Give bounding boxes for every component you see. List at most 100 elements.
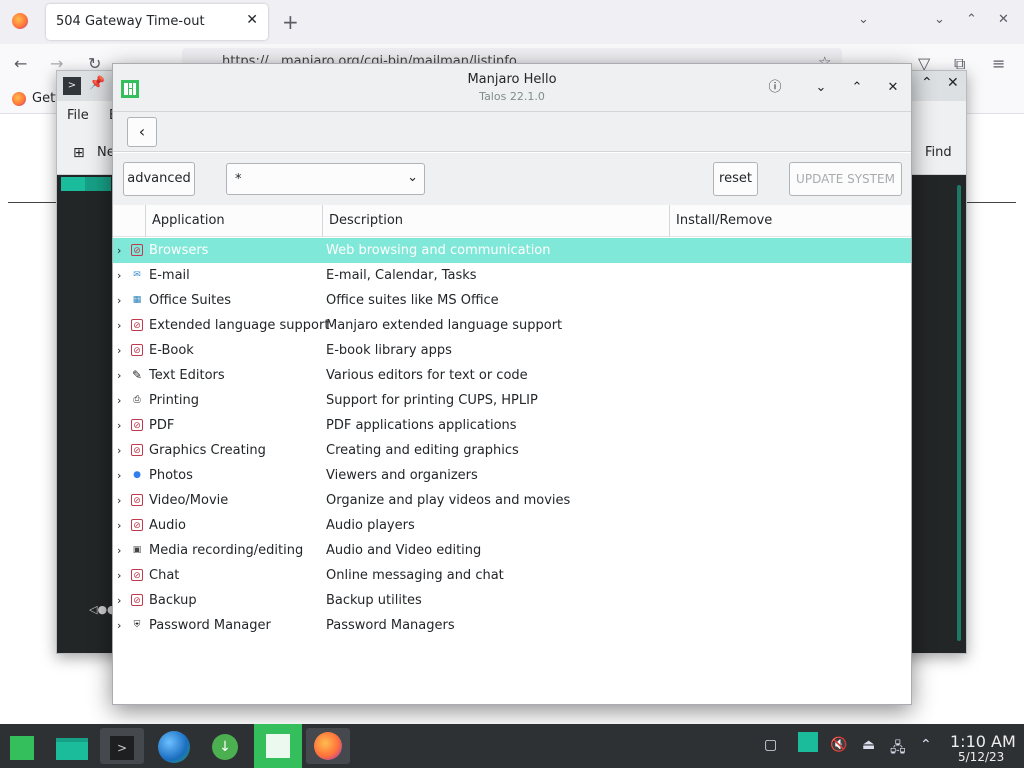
- new-tab-icon[interactable]: ⊞: [73, 145, 85, 161]
- terminal-close-icon[interactable]: ✕: [947, 75, 959, 91]
- maximize-icon[interactable]: ⌃: [847, 78, 867, 98]
- updater-task-button[interactable]: ↓: [204, 728, 248, 764]
- row-name: Video/Movie: [149, 493, 229, 508]
- na-icon: ⊘: [131, 519, 143, 531]
- hello-task-button[interactable]: [254, 724, 302, 768]
- info-icon[interactable]: ⓘ: [765, 78, 785, 98]
- menu-file[interactable]: File: [67, 108, 89, 123]
- pin-icon[interactable]: 📌: [89, 76, 105, 91]
- hello-titlebar[interactable]: Manjaro Hello Talos 22.1.0 ⓘ ⌄ ⌃ ✕: [113, 64, 911, 112]
- table-row[interactable]: › ⊘ PDF PDF applications applications: [113, 413, 911, 438]
- back-icon[interactable]: ←: [14, 54, 27, 73]
- filter-combobox[interactable]: * ⌄: [226, 163, 425, 195]
- back-button[interactable]: ‹: [127, 117, 157, 147]
- expand-chevron-icon[interactable]: ›: [117, 388, 121, 413]
- firefox-task-button[interactable]: [306, 728, 350, 764]
- table-row[interactable]: › ⎙ Printing Support for printing CUPS, HPL…: [113, 388, 911, 413]
- close-icon[interactable]: ✕: [883, 78, 903, 98]
- table-row[interactable]: › ⊘ Audio Audio players: [113, 513, 911, 538]
- clock-date[interactable]: 5/12/23: [958, 750, 1004, 764]
- taskbar: > ↓ ▢ 🔇 ⏏ 🖧 ⌃ 1:10 AM 5/12/23: [0, 724, 1024, 768]
- find-button[interactable]: Find: [925, 145, 952, 160]
- expand-chevron-icon[interactable]: ›: [117, 238, 121, 263]
- table-row[interactable]: › ⊘ Graphics Creating Creating and editing …: [113, 438, 911, 463]
- close-window-icon[interactable]: ✕: [998, 12, 1009, 27]
- expand-chevron-icon[interactable]: ›: [117, 538, 121, 563]
- firefox-bookmark-icon: [12, 92, 26, 106]
- maximize-icon[interactable]: ⌃: [966, 12, 977, 27]
- column-install-remove[interactable]: Install/Remove: [669, 205, 911, 237]
- show-desktop-icon[interactable]: ▢: [764, 737, 777, 753]
- terminal-scrollbar[interactable]: [957, 185, 961, 641]
- office-icon: ▦: [132, 295, 142, 305]
- row-name: PDF: [149, 418, 175, 433]
- table-row[interactable]: › ⛨ Password Manager Password Managers: [113, 613, 911, 638]
- table-row[interactable]: › ✉ E-mail E-mail, Calendar, Tasks: [113, 263, 911, 288]
- row-name: Office Suites: [149, 293, 232, 308]
- advanced-button[interactable]: advanced: [123, 162, 195, 196]
- reset-button[interactable]: reset: [713, 162, 758, 196]
- column-application[interactable]: Application: [145, 205, 322, 237]
- expand-chevron-icon[interactable]: ›: [117, 338, 121, 363]
- expand-chevron-icon[interactable]: ›: [117, 463, 121, 488]
- table-row[interactable]: › ⊘ Backup Backup utilites: [113, 588, 911, 613]
- expand-chevron-icon[interactable]: ›: [117, 513, 121, 538]
- table-row[interactable]: › ⊘ E-Book E-book library apps: [113, 338, 911, 363]
- manjaro-hello-window[interactable]: Manjaro Hello Talos 22.1.0 ⓘ ⌄ ⌃ ✕ ‹ adv…: [112, 63, 912, 705]
- workspace-pager-icon[interactable]: [798, 732, 818, 752]
- row-name: Text Editors: [149, 368, 225, 383]
- expand-chevron-icon[interactable]: ›: [117, 363, 121, 388]
- expand-chevron-icon[interactable]: ›: [117, 263, 121, 288]
- volume-muted-icon[interactable]: 🔇: [830, 737, 847, 753]
- terminal-maximize-icon[interactable]: ⌃: [921, 75, 933, 91]
- tray-expand-icon[interactable]: ⌃: [920, 737, 932, 753]
- expand-chevron-icon[interactable]: ›: [117, 288, 121, 313]
- tab-close-icon[interactable]: ✕: [246, 12, 258, 28]
- table-row[interactable]: › ● Photos Viewers and organizers: [113, 463, 911, 488]
- expand-chevron-icon[interactable]: ›: [117, 613, 121, 638]
- row-name: Printing: [149, 393, 200, 408]
- menu-icon[interactable]: ≡: [992, 54, 1005, 73]
- table-row[interactable]: › ⊘ Browsers Web browsing and communication: [113, 238, 911, 263]
- table-row[interactable]: › ▦ Office Suites Office suites like MS Off…: [113, 288, 911, 313]
- expand-chevron-icon[interactable]: ›: [117, 563, 121, 588]
- update-system-button[interactable]: UPDATE SYSTEM: [789, 162, 902, 196]
- clock-time[interactable]: 1:10 AM: [950, 732, 1016, 751]
- table-row[interactable]: › ⊘ Video/Movie Organize and play videos an…: [113, 488, 911, 513]
- list-tabs-icon[interactable]: ⌄: [858, 12, 869, 27]
- row-description: Audio players: [326, 518, 415, 533]
- terminal-task-button[interactable]: >: [100, 728, 144, 764]
- na-icon: ⊘: [131, 419, 143, 431]
- table-row[interactable]: › ⊘ Chat Online messaging and chat: [113, 563, 911, 588]
- table-row[interactable]: › ▣ Media recording/editing Audio and Video…: [113, 538, 911, 563]
- expand-chevron-icon[interactable]: ›: [117, 588, 121, 613]
- file-manager-button[interactable]: [50, 728, 94, 764]
- row-name: Browsers: [149, 243, 209, 258]
- hello-nav-bar: ‹: [113, 112, 911, 152]
- row-name: Chat: [149, 568, 180, 583]
- globe-icon: [158, 731, 190, 763]
- column-description[interactable]: Description: [322, 205, 669, 237]
- expand-chevron-icon[interactable]: ›: [117, 413, 121, 438]
- network-icon[interactable]: 🖧: [890, 737, 906, 761]
- app-launcher-button[interactable]: [0, 728, 44, 764]
- minimize-icon[interactable]: ⌄: [811, 78, 831, 98]
- expand-chevron-icon[interactable]: ›: [117, 438, 121, 463]
- window-subtitle: Talos 22.1.0: [479, 90, 545, 103]
- edit-icon: ✎: [131, 368, 143, 382]
- expand-chevron-icon[interactable]: ›: [117, 313, 121, 338]
- browser-task-button[interactable]: [152, 728, 196, 764]
- table-row[interactable]: › ✎ Text Editors Various editors for text o…: [113, 363, 911, 388]
- firefox-logo-icon[interactable]: [12, 13, 28, 29]
- na-icon: ⊘: [131, 594, 143, 606]
- row-description: Password Managers: [326, 618, 455, 633]
- row-description: E-book library apps: [326, 343, 452, 358]
- expand-chevron-icon[interactable]: ›: [117, 488, 121, 513]
- browser-tab[interactable]: 504 Gateway Time-out ✕: [46, 4, 268, 40]
- new-tab-icon[interactable]: +: [282, 10, 299, 34]
- table-row[interactable]: › ⊘ Extended language support Manjaro exten…: [113, 313, 911, 338]
- usb-icon[interactable]: ⏏: [862, 737, 875, 753]
- minimize-icon[interactable]: ⌄: [934, 12, 945, 27]
- chevron-left-icon: ‹: [138, 122, 146, 141]
- app-category-list: › ⊘ Browsers Web browsing and communication…: [113, 238, 911, 658]
